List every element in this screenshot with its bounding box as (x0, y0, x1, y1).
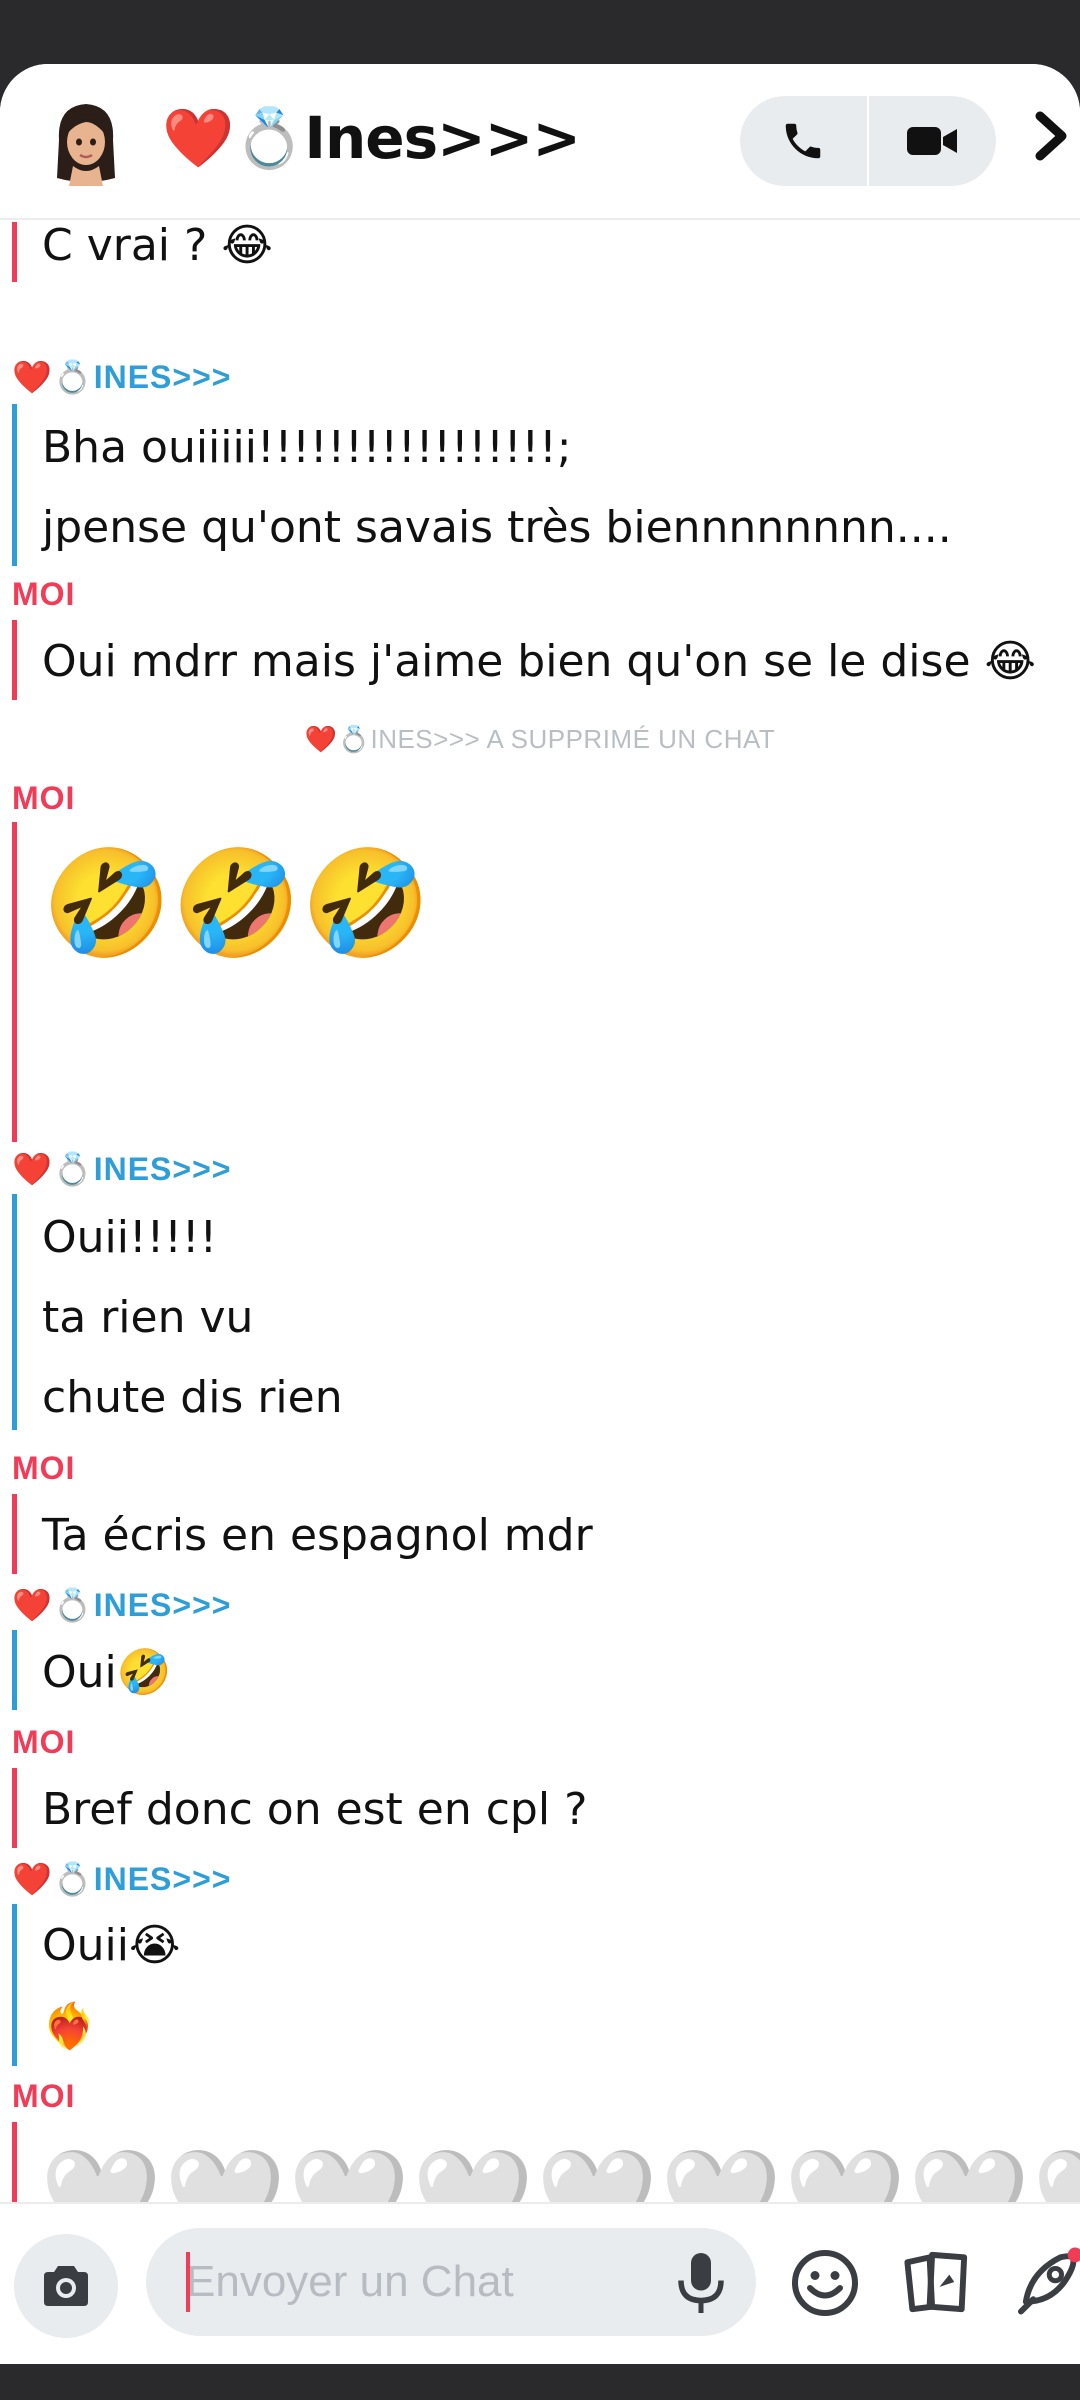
composer-bar (0, 2202, 1080, 2364)
chat-title[interactable]: ❤️💍Ines>>> (162, 104, 581, 173)
chat-message[interactable]: Oui mdrr mais j'aime bien qu'on se le di… (42, 636, 1036, 687)
emoji-message[interactable]: 🤣🤣🤣 (42, 852, 430, 956)
chat-message[interactable]: Ouii!!!!! (42, 1212, 217, 1263)
chat-message[interactable]: Ta écris en espagnol mdr (42, 1510, 593, 1561)
chat-input[interactable] (146, 2228, 756, 2336)
sender-bar-moi (12, 1494, 17, 1574)
cards-icon (904, 2251, 968, 2313)
chat-message[interactable]: jpense qu'ont savais très biennnnnnnn...… (42, 502, 952, 553)
sender-label-ines: ❤️💍INES>>> (12, 1151, 232, 1187)
chat-message[interactable]: ❤️‍🔥 (42, 2000, 97, 2052)
sender-label-moi: MOI (12, 780, 76, 816)
camera-button[interactable] (14, 2234, 118, 2338)
chat-message[interactable]: chute dis rien (42, 1372, 343, 1423)
sender-label-ines: ❤️💍INES>>> (12, 1861, 232, 1897)
cards-button[interactable] (900, 2246, 974, 2318)
camera-icon (44, 2266, 88, 2306)
video-call-button[interactable] (869, 96, 996, 186)
sender-bar-moi (12, 620, 17, 700)
chat-message[interactable]: ta rien vu (42, 1292, 253, 1343)
chat-header: ❤️💍Ines>>> (0, 64, 1080, 220)
phone-icon (786, 123, 821, 159)
sender-bar-moi (12, 222, 17, 282)
chat-message[interactable]: Bha ouiiiii!!!!!!!!!!!!!!!!!; (42, 422, 572, 473)
call-button-group (740, 96, 996, 186)
emoji-button[interactable] (790, 2248, 860, 2318)
microphone-icon (678, 2253, 724, 2313)
rocket-icon (1017, 2247, 1080, 2315)
system-notice: ❤️💍INES>>> A SUPPRIMÉ UN CHAT (304, 724, 776, 754)
sender-bar-ines (12, 1630, 17, 1710)
text-cursor (186, 2252, 190, 2312)
chat-message[interactable]: Bref donc on est en cpl ? (42, 1784, 587, 1835)
sender-bar-ines (12, 1194, 17, 1430)
sender-label-ines: ❤️💍INES>>> (12, 359, 232, 395)
sender-label-moi: MOI (12, 2078, 76, 2114)
smiley-icon (792, 2250, 858, 2316)
bitmoji-avatar-icon (57, 104, 115, 186)
chat-message[interactable]: C vrai ? 😂 (42, 222, 273, 271)
more-button[interactable] (1030, 106, 1074, 166)
sender-bar-ines (12, 1904, 17, 2066)
chat-window: ❤️💍Ines>>> C vrai ? 😂 ❤️💍INES>>> Bha oui… (0, 64, 1080, 2364)
sender-bar-moi (12, 1768, 17, 1848)
sender-label-moi: MOI (12, 1724, 76, 1760)
voice-call-button[interactable] (740, 96, 867, 186)
chat-message[interactable]: Oui🤣 (42, 1646, 172, 1698)
avatar[interactable] (46, 98, 126, 188)
sender-bar-ines (12, 404, 17, 566)
sender-label-ines: ❤️💍INES>>> (12, 1587, 232, 1623)
chevron-right-icon (1035, 111, 1067, 161)
video-camera-icon (906, 127, 957, 155)
sender-bar-moi (12, 822, 17, 1142)
rocket-button[interactable] (1016, 2246, 1080, 2318)
microphone-button[interactable] (676, 2250, 726, 2316)
sender-label-moi: MOI (12, 1450, 76, 1486)
chat-message[interactable]: Ouii😭 (42, 1920, 180, 1971)
chat-history[interactable]: C vrai ? 😂 ❤️💍INES>>> Bha ouiiiii!!!!!!!… (0, 222, 1080, 2262)
sender-label-moi: MOI (12, 576, 76, 612)
